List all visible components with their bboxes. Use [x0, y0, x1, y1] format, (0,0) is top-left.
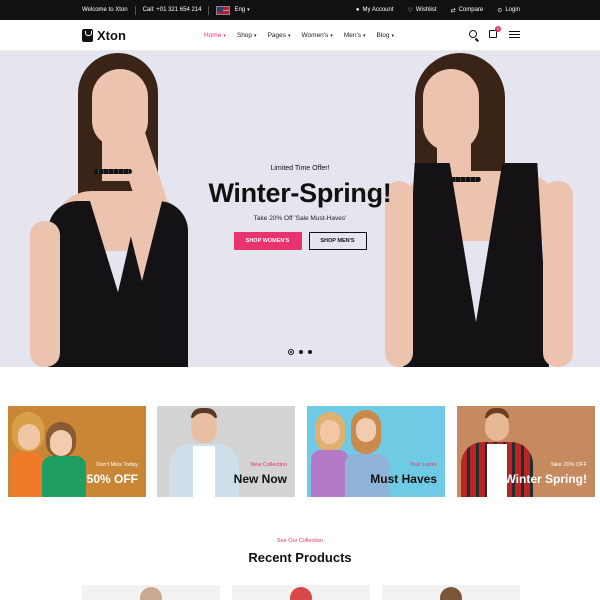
slider-dots — [288, 349, 312, 355]
chevron-down-icon: ▾ — [362, 32, 366, 39]
nav-item-shop[interactable]: Shop ▾ — [237, 32, 257, 39]
product-image — [440, 587, 462, 600]
nav-item-home[interactable]: Home ▾ — [204, 32, 226, 39]
banner-man-image — [169, 408, 239, 497]
nav-item-pages[interactable]: Pages ▾ — [268, 32, 291, 39]
hero-subtitle: Limited Time Offer! — [270, 165, 330, 172]
heart-icon: ♡ — [407, 7, 413, 14]
logo[interactable]: Xton — [82, 28, 126, 43]
banner-girls-image — [12, 412, 92, 497]
banner-tag: Don't Miss Today — [96, 462, 138, 468]
banner-tag: Take 20% OFF — [550, 462, 587, 468]
login-link[interactable]: ⊙ Login — [497, 7, 520, 14]
hero-slider: Limited Time Offer! Winter-Spring! Take … — [0, 51, 600, 367]
login-icon: ⊙ — [497, 7, 503, 14]
product-image — [140, 587, 162, 600]
hamburger-menu-icon[interactable] — [509, 30, 520, 38]
phone-link[interactable]: Call: +01 321 654 214 — [143, 7, 202, 13]
compare-link[interactable]: ⇄ Compare — [451, 7, 484, 14]
divider — [208, 5, 210, 15]
product-image — [290, 587, 312, 600]
slider-dot-1[interactable] — [288, 349, 294, 355]
shopping-bag-icon — [82, 29, 93, 42]
chevron-down-icon: ▾ — [247, 7, 250, 13]
nav-label: Home — [204, 32, 222, 39]
nav-label: Shop — [236, 32, 253, 39]
hero-content: Limited Time Offer! Winter-Spring! Take … — [200, 165, 400, 250]
chevron-down-icon: ▾ — [288, 32, 291, 39]
nav-item-blog[interactable]: Blog ▾ — [376, 32, 394, 39]
shuffle-icon: ⇄ — [450, 7, 456, 14]
slider-dot-3[interactable] — [308, 350, 312, 354]
banner-title: 50% OFF — [86, 472, 138, 486]
language-select[interactable]: Eng — [234, 7, 245, 13]
divider — [134, 5, 136, 15]
nav-label: Women's — [301, 32, 329, 39]
banner-tag: Your Looks — [409, 462, 437, 468]
hero-model-right — [385, 51, 585, 367]
slider-dot-2[interactable] — [299, 350, 303, 354]
login-label: Login — [505, 7, 520, 13]
cart-count-badge: 0 — [495, 26, 501, 32]
us-flag-icon — [216, 5, 231, 15]
user-icon: ● — [355, 7, 360, 13]
my-account-label: My Account — [362, 7, 394, 13]
shop-womens-button[interactable]: SHOP WOMEN'S — [233, 232, 302, 250]
promo-banner-1[interactable]: Don't Miss Today 50% OFF — [8, 406, 146, 497]
nav-item-womens[interactable]: Women's ▾ — [302, 32, 333, 39]
shop-mens-button[interactable]: SHOP MEN'S — [308, 232, 367, 250]
nav-label: Men's — [343, 32, 361, 39]
cart-icon[interactable]: 0 — [489, 26, 501, 38]
main-nav: Home ▾ Shop ▾ Pages ▾ Women's ▾ Men's ▾ Blog ▾ — [204, 20, 405, 51]
chevron-down-icon: ▾ — [254, 32, 257, 39]
nav-label: Blog — [376, 32, 390, 39]
section-title: Recent Products — [248, 550, 352, 565]
banner-title: New Now — [233, 472, 287, 486]
chevron-down-icon: ▾ — [223, 32, 226, 39]
product-card[interactable] — [382, 585, 520, 600]
promo-banner-4[interactable]: Take 20% OFF Winter Spring! — [457, 406, 595, 497]
main-header: Xton Home ▾ Shop ▾ Pages ▾ Women's ▾ Men's ▾ … — [0, 20, 600, 51]
promo-banner-3[interactable]: Your Looks Must Haves — [307, 406, 445, 497]
promo-banner-2[interactable]: New Collection New Now — [157, 406, 295, 497]
my-account-link[interactable]: ● My Account — [356, 7, 394, 13]
chevron-down-icon: ▾ — [391, 32, 394, 39]
nav-item-mens[interactable]: Men's ▾ — [344, 32, 366, 39]
product-card[interactable] — [82, 585, 220, 600]
search-icon[interactable] — [469, 30, 477, 38]
wishlist-link[interactable]: ♡ Wishlist — [408, 7, 437, 14]
logo-text: Xton — [97, 28, 126, 43]
section-subtitle: See Our Collection — [276, 538, 324, 544]
compare-label: Compare — [458, 7, 484, 13]
banner-tag: New Collection — [250, 462, 287, 468]
hero-title: Winter-Spring! — [208, 178, 392, 208]
chevron-down-icon: ▾ — [330, 32, 333, 39]
nav-label: Pages — [267, 32, 286, 39]
top-bar: Welcome to Xton Call: +01 321 654 214 En… — [0, 0, 600, 20]
header-icons: 0 — [469, 26, 520, 38]
banner-title: Winter Spring! — [504, 472, 587, 486]
banner-title: Must Haves — [370, 472, 437, 486]
welcome-text: Welcome to Xton — [82, 7, 128, 13]
wishlist-label: Wishlist — [415, 7, 437, 13]
hero-description: Take 20% Off 'Sale Must-Haves' — [253, 215, 347, 222]
product-card[interactable] — [232, 585, 370, 600]
